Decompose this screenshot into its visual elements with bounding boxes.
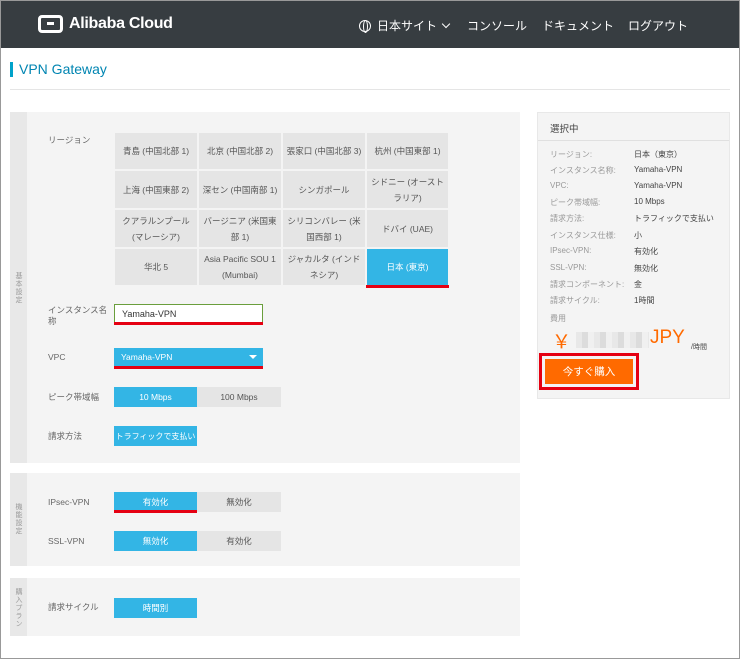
nav-docs-link[interactable]: ドキュメント [542,17,614,34]
summary-value: Yamaha-VPN [634,165,683,174]
summary-value: 10 Mbps [634,197,665,206]
globe-icon [359,20,371,33]
highlight-underline [114,322,263,325]
summary-key: 請求方法: [550,214,585,223]
ipsec-disable-button[interactable]: 無効化 [197,492,281,512]
bandwidth-10-button[interactable]: 10 Mbps [114,387,197,407]
summary-key: SSL-VPN: [550,263,587,272]
summary-key: ピーク帯域幅: [550,198,601,207]
bandwidth-100-button[interactable]: 100 Mbps [197,387,281,407]
summary-value: 1時間 [634,296,655,305]
summary-value: 日本（東京） [634,150,682,159]
region-option[interactable]: バージニア (米国東部 1) [198,209,282,248]
summary-value: 金 [634,280,642,289]
top-navbar: Alibaba Cloud 日本サイト コンソール ドキュメント ログアウト [1,1,739,48]
billing-cycle-hourly-button[interactable]: 時間別 [114,598,197,618]
ssl-disable-button[interactable]: 無効化 [114,531,197,551]
ipsec-enable-button[interactable]: 有効化 [114,492,197,512]
region-option[interactable]: ドバイ (UAE) [366,209,449,248]
currency-symbol: ￥ [552,332,572,353]
region-option[interactable]: クアラルンプール (マレーシア) [114,209,198,248]
feature-section-label: 機能設定 [15,503,22,535]
vpc-label: VPC [48,352,66,362]
ipsec-label: IPsec-VPN [48,497,90,507]
ssl-enable-button[interactable]: 有効化 [197,531,281,551]
page-title: VPN Gateway [10,62,107,77]
region-option-selected[interactable]: 日本 (東京) [366,248,449,286]
region-option[interactable]: シンガポール [282,170,366,209]
region-option[interactable]: 張家口 (中国北部 3) [282,132,366,170]
summary-title: 選択中 [550,124,579,135]
instance-name-input[interactable]: Yamaha-VPN [114,304,263,324]
site-selector[interactable]: 日本サイト [359,17,451,34]
title-divider [10,89,730,90]
nav-logout-link[interactable]: ログアウト [628,17,688,34]
summary-value: Yamaha-VPN [634,181,683,190]
site-label: 日本サイト [377,19,438,33]
summary-key: リージョン: [550,150,593,159]
region-option[interactable]: 深セン (中国南部 1) [198,170,282,209]
fee-label: 費用 [550,314,566,323]
highlight-underline [114,366,263,369]
feature-settings-panel: 機能設定 [10,473,520,566]
region-option[interactable]: シドニー (オーストラリア) [366,170,449,209]
summary-value: 小 [634,231,642,240]
caret-down-icon [249,355,257,359]
currency-code: JPY [650,327,685,348]
basic-section-label: 基本設定 [15,272,22,304]
summary-key: 請求サイクル: [550,296,600,305]
region-label: リージョン [48,135,91,145]
price-blurred [576,332,649,348]
billing-traffic-button[interactable]: トラフィックで支払い [114,426,197,446]
summary-value: 無効化 [634,264,658,273]
alibaba-logo-icon [38,15,63,33]
region-option[interactable]: 杭州 (中国東部 1) [366,132,449,170]
summary-key: インスタンス名称: [550,166,616,175]
alibaba-cloud-logo[interactable]: Alibaba Cloud [38,15,173,33]
vpc-select[interactable]: Yamaha-VPN [114,348,263,366]
bandwidth-label: ピーク帯域幅 [48,392,100,402]
region-option[interactable]: Asia Pacific SOU 1 (Mumbai) [198,248,282,286]
summary-key: IPsec-VPN: [550,246,592,255]
highlight-underline [114,510,197,513]
vpc-select-value: Yamaha-VPN [121,352,173,362]
summary-key: VPC: [550,181,569,190]
region-option[interactable]: 北京 (中国北部 2) [198,132,282,170]
summary-divider [538,140,729,141]
region-option[interactable]: 青島 (中国北部 1) [114,132,198,170]
region-option[interactable]: ジャカルタ (インドネシア) [282,248,366,286]
highlight-underline [366,285,449,288]
buy-highlight-box: 今すぐ購入 [539,353,639,390]
region-option[interactable]: 华北 5 [114,248,198,286]
summary-key: 請求コンポーネント: [550,280,625,289]
summary-key: インスタンス仕様: [550,231,616,240]
billing-cycle-label: 請求サイクル [48,602,99,612]
region-option[interactable]: 上海 (中国東部 2) [114,170,198,209]
nav-console-link[interactable]: コンソール [467,17,527,34]
billing-method-label: 請求方法 [48,431,83,441]
logo-text: Alibaba Cloud [69,15,173,32]
summary-value: 有効化 [634,247,658,256]
chevron-down-icon [441,19,451,29]
ssl-label: SSL-VPN [48,536,85,546]
price-unit: /時間 [691,344,707,351]
buy-now-button[interactable]: 今すぐ購入 [545,359,633,384]
plan-section-label: 購入プラン [15,588,22,628]
summary-value: トラフィックで支払い [634,214,714,223]
region-option[interactable]: シリコンバレー (米国西部 1) [282,209,366,248]
instance-name-label: インスタンス名称 [48,305,108,326]
